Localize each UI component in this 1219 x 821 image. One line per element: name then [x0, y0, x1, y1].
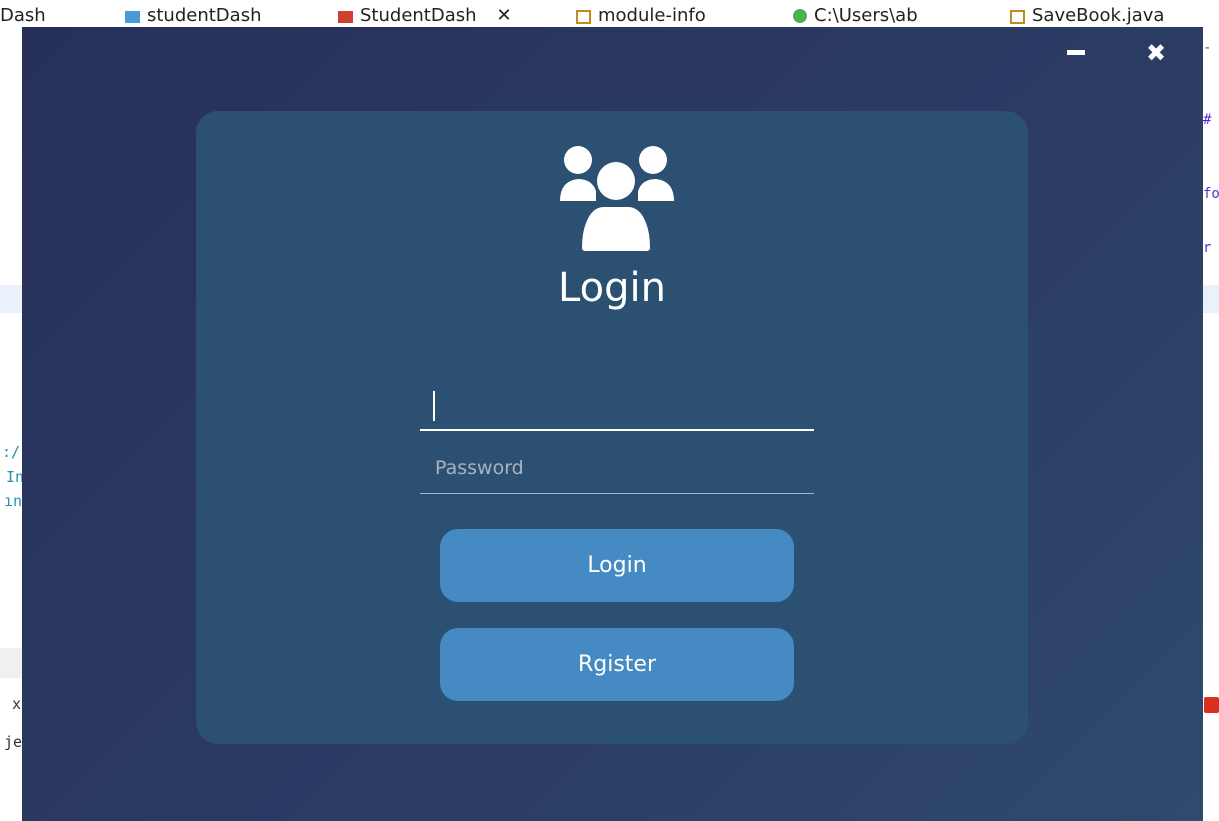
bg-code-line: - [1203, 40, 1212, 56]
minimize-icon [1067, 49, 1085, 55]
bg-code-line: r [1203, 240, 1212, 256]
file-icon [338, 8, 354, 23]
tab-close-icon[interactable]: ✕ [497, 5, 512, 26]
bg-tab-label: module-info [598, 4, 706, 26]
bg-code-line: # [1203, 112, 1212, 128]
bg-code-line: je [4, 733, 23, 751]
bg-tab-savebook[interactable]: SaveBook.java [1010, 2, 1164, 28]
users-group-icon [558, 143, 676, 251]
text-caret [433, 391, 435, 421]
register-button-label: Rgister [577, 652, 657, 677]
register-button[interactable]: Rgister [440, 628, 794, 701]
java-file-icon [1010, 8, 1026, 24]
bg-tab-label: studentDash [147, 4, 262, 26]
bg-panel-strip [0, 648, 22, 678]
bg-tab-studentdash-2[interactable]: StudentDash ✕ [338, 2, 512, 28]
close-button[interactable]: ✖ [1142, 39, 1170, 67]
bg-tab-label: C:\Users\ab [814, 4, 918, 26]
bg-code-line: fo [1203, 186, 1219, 202]
globe-icon [792, 8, 808, 23]
login-window: ✖ Login Password Login Rgister [22, 27, 1203, 821]
bg-tab-label: StudentDash [360, 4, 477, 26]
bg-tab-path[interactable]: C:\Users\ab [792, 2, 918, 28]
file-icon [125, 8, 141, 23]
java-file-icon [576, 8, 592, 24]
login-title: Login [558, 265, 666, 311]
bg-tab-label: SaveBook.java [1032, 4, 1165, 26]
login-button-label: Login [587, 553, 647, 578]
background-tab-bar: Dash studentDash StudentDash ✕ module-in… [0, 0, 1219, 30]
bg-code-line: x [12, 695, 22, 713]
bg-tab-studentdash[interactable]: studentDash [125, 2, 262, 28]
username-input[interactable] [420, 381, 814, 431]
login-card: Login Password Login Rgister [196, 111, 1028, 744]
bg-tab-dash[interactable]: Dash [0, 2, 46, 28]
bg-code-line: :/ [2, 443, 21, 461]
password-placeholder: Password [435, 457, 524, 479]
bg-tab-label: Dash [0, 4, 46, 26]
bg-highlight-strip [1203, 285, 1219, 313]
close-icon: ✖ [1145, 39, 1167, 67]
login-button[interactable]: Login [440, 529, 794, 602]
bg-tab-module-info[interactable]: module-info [576, 2, 706, 28]
password-input[interactable]: Password [420, 445, 814, 494]
error-marker-icon [1204, 697, 1219, 713]
bg-code-line: ın [4, 492, 23, 510]
minimize-button[interactable] [1062, 39, 1090, 67]
bg-highlight-strip [0, 285, 22, 313]
